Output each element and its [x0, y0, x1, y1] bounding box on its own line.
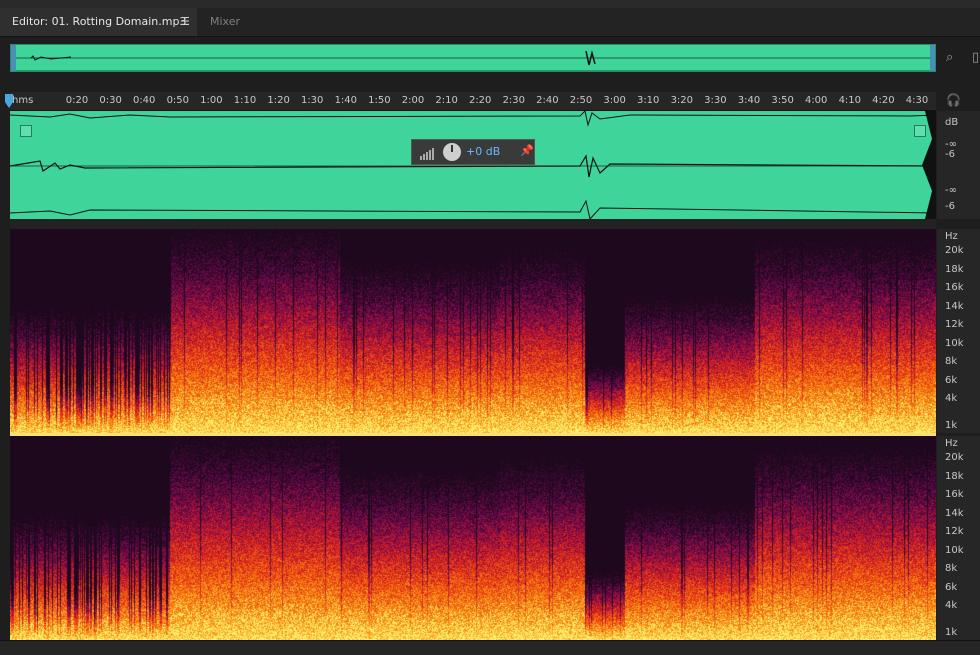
tab-editor[interactable]: Editor: 01. Rotting Domain.mp3 ☰	[0, 8, 197, 36]
ruler-tick-label: 2:30	[502, 95, 526, 106]
ruler-tick-label: 0:20	[65, 95, 89, 106]
ruler-tick-label: 4:10	[838, 95, 862, 106]
ruler-tick-label: 1:50	[368, 95, 391, 106]
hz-label: 8k	[945, 563, 958, 574]
bottom-scrollbar[interactable]	[0, 640, 980, 655]
ruler-tick-label: 3:50	[771, 95, 794, 106]
headphone-icon[interactable]: 🎧	[946, 93, 961, 107]
hz-unit: Hz	[945, 231, 958, 242]
hz-label: 8k	[945, 356, 958, 367]
hz-label: 20k	[945, 452, 964, 463]
ruler-tick-label: 1:20	[267, 95, 290, 106]
ruler-tick-label: 0:50	[166, 95, 190, 106]
overview-waveform	[11, 50, 935, 71]
hz-unit: Hz	[945, 438, 958, 449]
hz-label: 12k	[945, 526, 964, 537]
hz-label: 18k	[945, 471, 964, 482]
overview-left-handle[interactable]	[11, 45, 16, 71]
spectral-display-left[interactable]	[10, 229, 936, 433]
db-label: -6	[945, 201, 955, 212]
hz-label: 4k	[945, 600, 958, 611]
hz-label: 6k	[945, 582, 958, 593]
pin-icon[interactable]: 📌	[520, 144, 534, 157]
ruler-tick-label: 1:10	[233, 95, 257, 106]
ruler-tick-label: 2:50	[569, 95, 593, 106]
ruler-tick-label: 4:00	[804, 95, 828, 106]
db-label: -∞	[945, 185, 957, 196]
tab-bar: Editor: 01. Rotting Domain.mp3 ☰ Mixer	[0, 8, 980, 37]
waveform-graphic	[10, 111, 936, 219]
hz-scale-left: Hz 20k 18k 16k 14k 12k 10k 8k 6k 4k 1k	[937, 229, 980, 433]
ruler-tick-label: 3:20	[670, 95, 694, 106]
ruler-tick-label: 3:40	[737, 95, 761, 106]
volume-knob[interactable]	[443, 143, 461, 161]
ruler-tick-label: 0:40	[132, 95, 156, 106]
ruler-tick-label: 1:40	[334, 95, 358, 106]
top-strip	[0, 0, 980, 8]
ruler-tick-label: 2:20	[468, 95, 492, 106]
db-scale: dB -∞ -6 -∞ -6	[937, 111, 980, 219]
fade-out-handle[interactable]	[914, 125, 926, 137]
overview-navigator[interactable]	[10, 44, 936, 72]
fade-in-handle[interactable]	[20, 125, 32, 137]
hz-label: 10k	[945, 545, 964, 556]
spectral-display-right[interactable]	[10, 436, 936, 640]
tab-menu-icon[interactable]: ☰	[180, 8, 190, 36]
ruler-tick-label: 2:10	[435, 95, 458, 106]
db-label: -6	[945, 149, 955, 160]
ruler-tick-label: 1:30	[300, 95, 324, 106]
ruler-unit-label: hms	[12, 95, 34, 106]
hz-label: 16k	[945, 282, 964, 293]
hz-label: 12k	[945, 319, 964, 330]
playhead-marker[interactable]	[4, 92, 14, 110]
ruler-tick-label: 2:00	[401, 95, 425, 106]
ruler-tick-label: 3:00	[603, 95, 626, 106]
hz-label: 14k	[945, 301, 964, 312]
panel-divider[interactable]	[10, 219, 936, 229]
hz-scale-right: Hz 20k 18k 16k 14k 12k 10k 8k 6k 4k 1k	[937, 436, 980, 640]
tab-editor-label: Editor: 01. Rotting Domain.mp3	[12, 15, 187, 28]
ruler-tick-label: 4:30	[905, 95, 929, 106]
hz-label: 1k	[945, 627, 958, 638]
ruler-tick-label: 1:00	[200, 95, 223, 106]
panel-icon[interactable]: ▯	[972, 50, 979, 65]
hz-label: 1k	[945, 420, 958, 431]
waveform-display[interactable]	[10, 111, 936, 219]
overview-right-handle[interactable]	[930, 45, 935, 71]
hz-label: 16k	[945, 489, 964, 500]
ruler-tick-label: 3:10	[636, 95, 660, 106]
ruler-tick-label: 0:30	[99, 95, 122, 106]
hz-label: 10k	[945, 338, 964, 349]
ruler-tick-label: 4:20	[872, 95, 895, 106]
volume-value: +0 dB	[466, 145, 501, 158]
ruler-tick-label: 3:30	[704, 95, 727, 106]
tab-mixer-label: Mixer	[210, 15, 241, 28]
hz-label: 6k	[945, 375, 958, 386]
hz-label: 4k	[945, 393, 958, 404]
time-ruler[interactable]: hms 0:20 0:30 0:40 0:50 1:00 1:10 1:20 1:30 1:40…	[10, 92, 936, 111]
level-meter-icon	[420, 148, 434, 160]
hz-label: 14k	[945, 508, 964, 519]
hz-label: 18k	[945, 264, 964, 275]
hz-label: 20k	[945, 245, 964, 256]
db-unit: dB	[945, 117, 959, 128]
ruler-tick-label: 2:40	[536, 95, 559, 106]
volume-hud[interactable]: +0 dB 📌	[411, 139, 535, 165]
tab-mixer[interactable]: Mixer	[198, 8, 268, 36]
zoom-icon[interactable]: ⌕	[946, 50, 953, 65]
